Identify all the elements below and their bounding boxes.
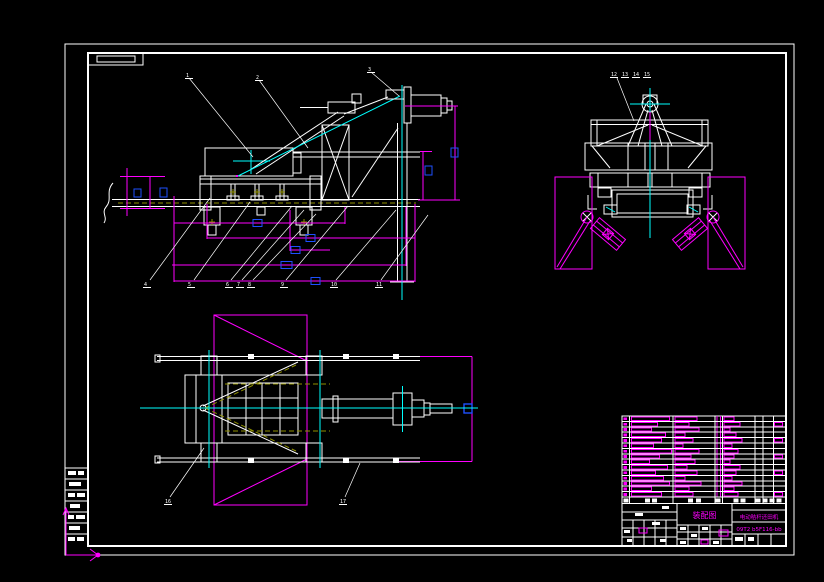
blade-pack-right [672,218,707,251]
drawing-canvas[interactable]: 装配图 电动秸秆还田机 09T2 b5F116-bb 1234567891011… [0,0,824,582]
plan-view [140,315,478,505]
side-view [555,78,745,269]
bom-table [622,416,787,504]
left-margin-strip [65,468,88,541]
front-view [104,72,460,300]
product-name-text: 电动秸秆还田机 [740,513,779,521]
title-block: 装配图 电动秸秆还田机 09T2 b5F116-bb [622,504,787,547]
blade-pack-left [590,218,625,251]
drawing-number-text: 09T2 b5F116-bb [736,527,782,533]
title-block-title: 装配图 [693,510,717,520]
app-window: 装配图 电动秸秆还田机 09T2 b5F116-bb 1234567891011… [0,0,824,582]
